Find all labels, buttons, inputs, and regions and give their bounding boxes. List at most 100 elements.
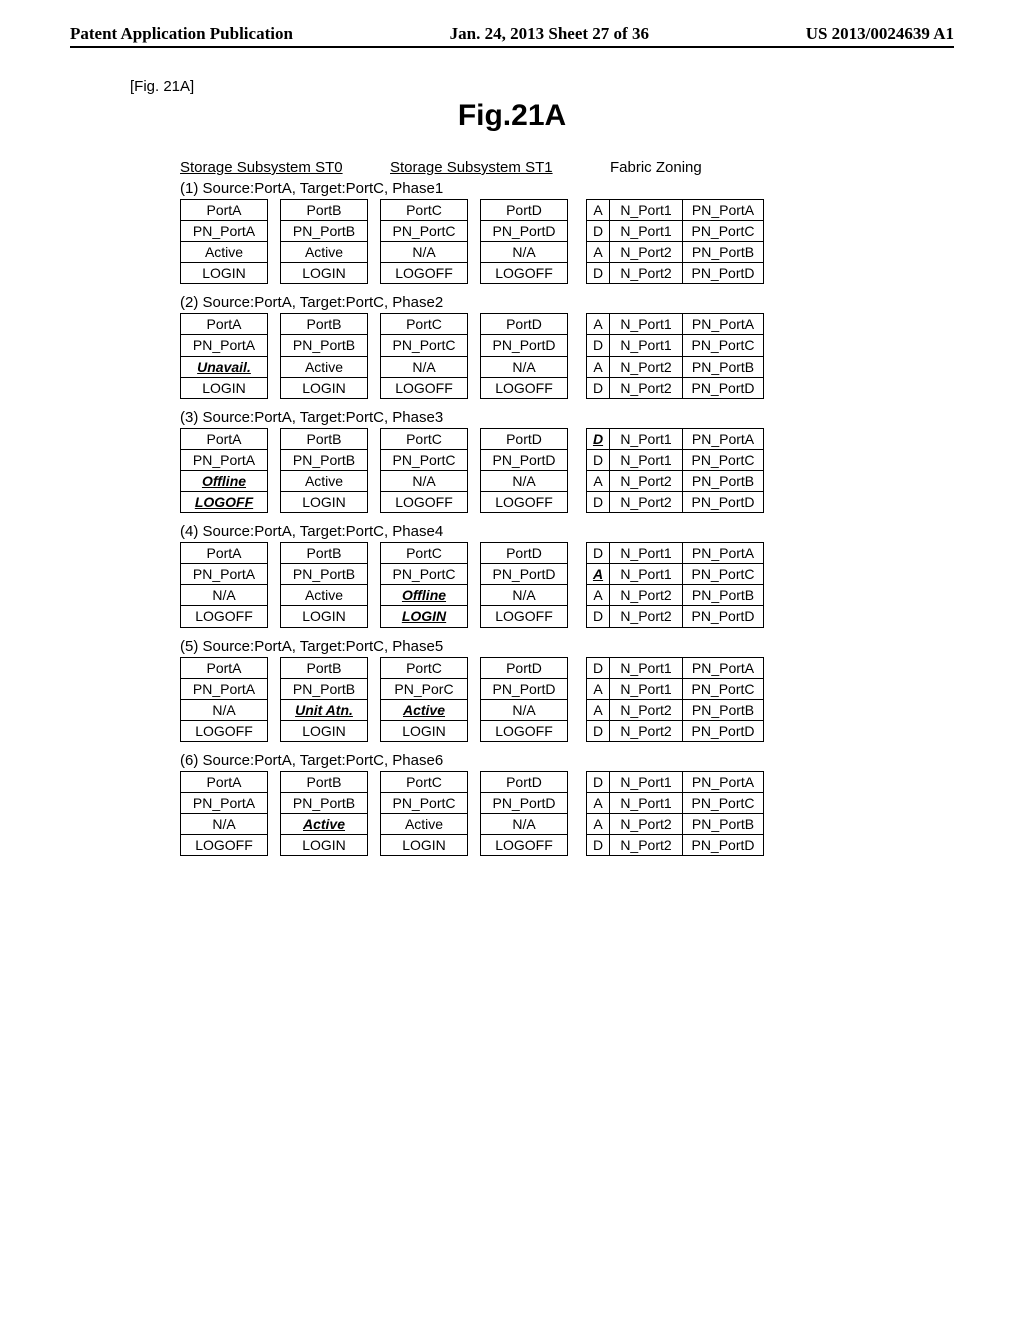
port-cell: PortD xyxy=(481,429,567,450)
port-cell: PN_PortA xyxy=(181,793,267,814)
port-cell: LOGIN xyxy=(381,835,467,855)
zoning-cell: D xyxy=(587,835,610,855)
zoning-cell: PN_PortA xyxy=(683,772,763,792)
port-cell: LOGOFF xyxy=(381,378,467,398)
port-cell: PN_PortA xyxy=(181,221,267,242)
phase-block: (2) Source:PortA, Target:PortC, Phase2Po… xyxy=(180,294,954,398)
port-cell: N/A xyxy=(181,585,267,606)
port-cell: PortC xyxy=(381,429,467,450)
port-cell: N/A xyxy=(381,357,467,378)
port-cell: PortB xyxy=(281,200,367,221)
port-cell: PortD xyxy=(481,314,567,335)
zoning-cell: N_Port1 xyxy=(610,543,683,563)
port-cell: PN_PorC xyxy=(381,679,467,700)
port-cell: N/A xyxy=(481,471,567,492)
zoning-cell: N_Port1 xyxy=(610,450,683,470)
port-cell: PN_PortA xyxy=(181,679,267,700)
zoning-cell: N_Port2 xyxy=(610,721,683,741)
zoning-cell: N_Port2 xyxy=(610,378,683,398)
port-box: PortCPN_PortCN/ALOGOFF xyxy=(380,199,468,284)
zoning-cell: N_Port1 xyxy=(610,429,683,449)
port-cell: LOGOFF xyxy=(481,492,567,512)
port-cell: LOGOFF xyxy=(181,721,267,741)
port-box: PortDPN_PortDN/ALOGOFF xyxy=(480,771,568,856)
zoning-cell: PN_PortD xyxy=(683,721,763,741)
port-cell: PortB xyxy=(281,772,367,793)
port-box: PortBPN_PortBUnit Atn.LOGIN xyxy=(280,657,368,742)
port-cell: PortC xyxy=(381,200,467,221)
port-cell: Active xyxy=(381,700,467,721)
zoning-cell: PN_PortC xyxy=(683,679,763,699)
zoning-cell: A xyxy=(587,679,610,699)
zoning-cell: PN_PortD xyxy=(683,263,763,283)
port-cell: PortC xyxy=(381,658,467,679)
zoning-row: AN_Port2PN_PortB xyxy=(587,814,763,835)
phase-block: (3) Source:PortA, Target:PortC, Phase3Po… xyxy=(180,409,954,513)
port-box: PortAPN_PortAN/ALOGOFF xyxy=(180,771,268,856)
port-box: PortBPN_PortBActiveLOGIN xyxy=(280,199,368,284)
port-box: PortBPN_PortBActiveLOGIN xyxy=(280,313,368,398)
zoning-cell: PN_PortD xyxy=(683,492,763,512)
zoning-row: DN_Port1PN_PortA xyxy=(587,543,763,564)
zoning-cell: N_Port2 xyxy=(610,814,683,834)
zoning-cell: N_Port1 xyxy=(610,564,683,584)
port-cell: LOGIN xyxy=(381,606,467,626)
port-cell: Active xyxy=(181,242,267,263)
page-header: Patent Application Publication Jan. 24, … xyxy=(70,24,954,48)
port-cell: Unavail. xyxy=(181,357,267,378)
port-cell: LOGIN xyxy=(181,263,267,283)
port-cell: LOGIN xyxy=(281,378,367,398)
port-cell: LOGIN xyxy=(181,378,267,398)
zoning-cell: A xyxy=(587,471,610,491)
port-cell: LOGOFF xyxy=(381,492,467,512)
head-st1: Storage Subsystem ST1 xyxy=(390,159,610,176)
zoning-row: AN_Port1PN_PortC xyxy=(587,564,763,585)
zoning-cell: PN_PortB xyxy=(683,700,763,720)
zoning-row: DN_Port2PN_PortD xyxy=(587,492,763,512)
phase-block: (5) Source:PortA, Target:PortC, Phase5Po… xyxy=(180,638,954,742)
port-cell: LOGIN xyxy=(281,606,367,626)
port-cell: LOGOFF xyxy=(181,606,267,626)
phase-row: PortAPN_PortAN/ALOGOFFPortBPN_PortBActiv… xyxy=(180,542,954,627)
port-cell: PortD xyxy=(481,658,567,679)
zoning-cell: PN_PortA xyxy=(683,314,763,334)
zoning-cell: D xyxy=(587,450,610,470)
head-fabric: Fabric Zoning xyxy=(610,159,760,176)
phase-row: PortAPN_PortAUnavail.LOGINPortBPN_PortBA… xyxy=(180,313,954,398)
zoning-cell: N_Port1 xyxy=(610,314,683,334)
zoning-cell: D xyxy=(587,772,610,792)
zoning-cell: N_Port2 xyxy=(610,606,683,626)
port-cell: PortC xyxy=(381,314,467,335)
zoning-cell: PN_PortC xyxy=(683,793,763,813)
port-box: PortBPN_PortBActiveLOGIN xyxy=(280,542,368,627)
port-cell: PN_PortC xyxy=(381,450,467,471)
zoning-cell: D xyxy=(587,335,610,355)
zoning-cell: PN_PortB xyxy=(683,357,763,377)
zoning-cell: A xyxy=(587,585,610,605)
zoning-row: DN_Port2PN_PortD xyxy=(587,263,763,283)
port-cell: PN_PortB xyxy=(281,335,367,356)
zoning-table: DN_Port1PN_PortAAN_Port1PN_PortCAN_Port2… xyxy=(586,542,764,627)
zoning-cell: PN_PortB xyxy=(683,242,763,262)
header-right: US 2013/0024639 A1 xyxy=(806,24,954,44)
port-cell: PortD xyxy=(481,543,567,564)
zoning-cell: PN_PortB xyxy=(683,814,763,834)
phase-row: PortAPN_PortAN/ALOGOFFPortBPN_PortBActiv… xyxy=(180,771,954,856)
port-cell: Offline xyxy=(381,585,467,606)
port-cell: PortC xyxy=(381,543,467,564)
zoning-cell: PN_PortA xyxy=(683,658,763,678)
port-cell: PortD xyxy=(481,772,567,793)
zoning-cell: D xyxy=(587,721,610,741)
phase-row: PortAPN_PortAOfflineLOGOFFPortBPN_PortBA… xyxy=(180,428,954,513)
zoning-cell: N_Port2 xyxy=(610,835,683,855)
port-cell: Active xyxy=(281,242,367,263)
port-box: PortAPN_PortAActiveLOGIN xyxy=(180,199,268,284)
header-mid: Jan. 24, 2013 Sheet 27 of 36 xyxy=(450,24,649,44)
head-st0: Storage Subsystem ST0 xyxy=(180,159,390,176)
zoning-cell: A xyxy=(587,314,610,334)
zoning-cell: A xyxy=(587,357,610,377)
zoning-cell: A xyxy=(587,200,610,220)
zoning-cell: N_Port2 xyxy=(610,700,683,720)
zoning-row: AN_Port1PN_PortC xyxy=(587,679,763,700)
zoning-row: DN_Port1PN_PortA xyxy=(587,658,763,679)
